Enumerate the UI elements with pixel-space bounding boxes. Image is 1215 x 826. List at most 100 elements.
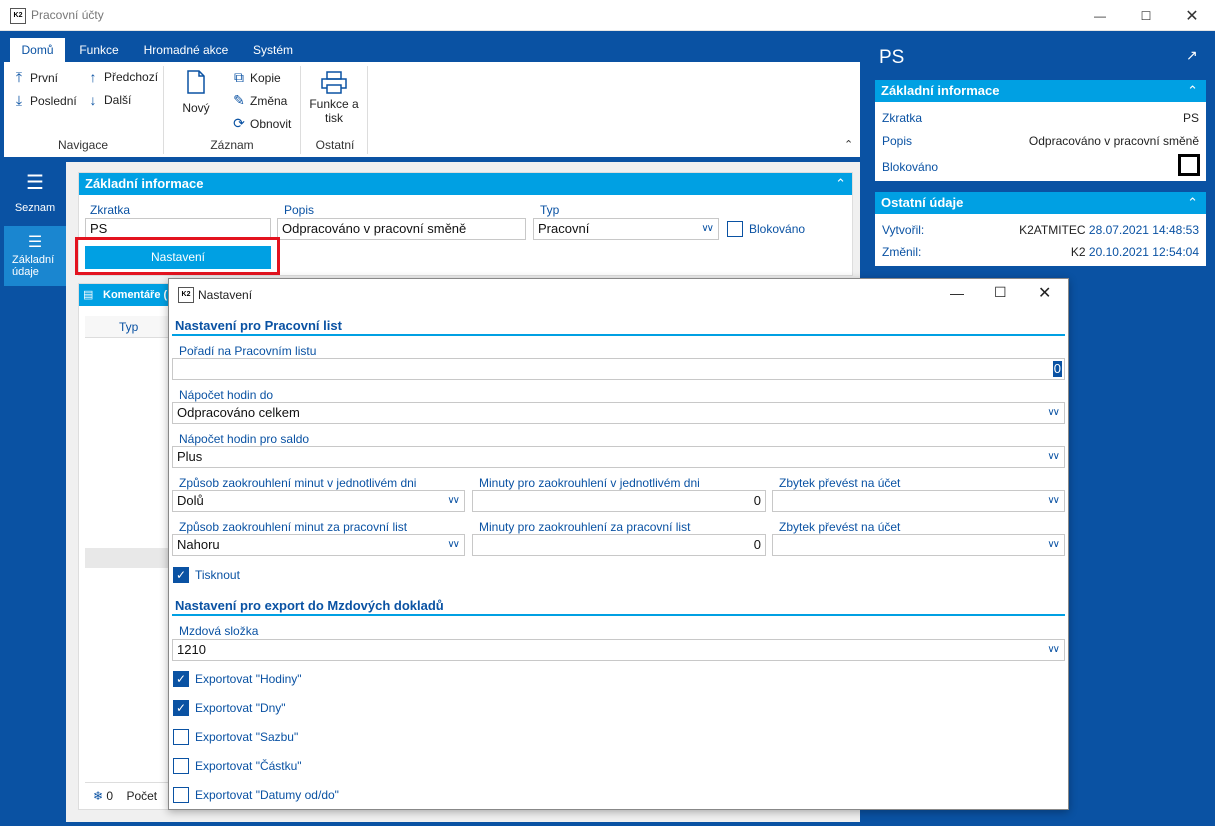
right-basic-body: Zkratka PS Popis Odpracováno v pracovní … — [875, 102, 1206, 181]
group-separator — [367, 66, 368, 154]
export-dny-checkbox[interactable]: ✓ — [173, 700, 189, 716]
nav-zakladni-udaje[interactable]: ☰ Základní údaje — [4, 226, 66, 286]
comments-count: 0 — [106, 789, 114, 803]
copy-button[interactable]: ⧉ Kopie — [232, 69, 281, 86]
close-button[interactable]: ✕ — [1169, 0, 1215, 31]
minuty-list-label: Minuty pro zaokrouhlení za pracovní list — [479, 520, 691, 534]
mzdova-slozka-label: Mzdová složka — [179, 624, 259, 638]
tab-system[interactable]: Systém — [248, 38, 298, 62]
minuty-den-label: Minuty pro zaokrouhlení v jednotlivém dn… — [479, 476, 700, 490]
popis-input[interactable]: Odpracováno v pracovní směně — [277, 218, 526, 240]
collapse-icon[interactable]: ⌃ — [1187, 80, 1198, 102]
right-zkratka-label: Zkratka — [882, 111, 923, 125]
dialog-minimize-button[interactable]: — — [950, 285, 964, 301]
zpusob-den-value: Dolů — [177, 493, 204, 508]
list-icon: ☰ — [27, 234, 43, 251]
first-button[interactable]: ⤒ První — [12, 69, 58, 86]
tab-hromadne-akce[interactable]: Hromadné akce — [138, 38, 234, 62]
k2-logo: K2 — [178, 287, 194, 303]
group-label-ostatni: Ostatní — [315, 138, 355, 152]
arrow-up-icon: ↑ — [89, 69, 97, 85]
export-castku-checkbox[interactable] — [173, 758, 189, 774]
typ-value: Pracovní — [538, 221, 590, 236]
typ-select[interactable]: Pracovní ∨∨ — [533, 218, 719, 240]
last-button[interactable]: ⤓ Poslední — [12, 92, 77, 109]
changed-user: K2 — [1070, 245, 1086, 259]
nav-seznam[interactable]: ☰ Seznam — [4, 172, 66, 214]
refresh-button[interactable]: ⟳ Obnovit — [232, 115, 291, 132]
zpusob-list-select[interactable]: Nahoru ∨∨ — [172, 534, 465, 556]
zbytek-den-select[interactable]: ∨∨ — [772, 490, 1065, 512]
group-separator — [300, 66, 301, 154]
export-datumy-checkbox[interactable] — [173, 787, 189, 803]
nav-zakladni-label: Základní údaje — [12, 254, 55, 278]
dialog-section-export: Nastavení pro export do Mzdových dokladů — [175, 598, 444, 613]
popis-label: Popis — [284, 203, 315, 217]
collapse-ribbon-icon[interactable]: ⌃ — [844, 138, 853, 151]
zpusob-den-label: Způsob zaokrouhlení minut v jednotlivém … — [179, 476, 417, 490]
blokovano-checkbox[interactable] — [727, 221, 743, 237]
print-button[interactable]: Funkce a tisk — [306, 70, 362, 125]
copy-label: Kopie — [250, 70, 281, 85]
maximize-button[interactable]: ☐ — [1123, 0, 1169, 31]
last-label: Poslední — [30, 93, 77, 108]
zpusob-den-select[interactable]: Dolů ∨∨ — [172, 490, 465, 512]
print-label: Funkce a tisk — [309, 97, 359, 125]
chevron-down-icon: ∨∨ — [1047, 495, 1060, 506]
right-blokovano-checkbox — [1178, 154, 1200, 176]
comment-icon: ▤ — [83, 289, 94, 301]
napocet-value: Odpracováno celkem — [177, 405, 300, 420]
comments-count-label: Počet — [126, 789, 158, 803]
menu-icon: ☰ — [26, 172, 44, 194]
zpusob-list-label: Způsob zaokrouhlení minut za pracovní li… — [179, 520, 408, 534]
tab-funkce[interactable]: Funkce — [70, 38, 128, 62]
next-label: Další — [104, 93, 132, 107]
group-separator — [163, 66, 164, 154]
blokovano-label: Blokováno — [749, 222, 806, 236]
minuty-list-input[interactable]: 0 — [472, 534, 766, 556]
group-label-zaznam: Záznam — [210, 138, 254, 152]
export-dny-label: Exportovat "Dny" — [195, 701, 286, 715]
window-title: Pracovní účty — [31, 8, 104, 22]
collapse-icon[interactable]: ⌃ — [1187, 192, 1198, 214]
right-other-title: Ostatní údaje — [881, 195, 964, 210]
tisknout-checkbox[interactable]: ✓ — [173, 567, 189, 583]
poradi-input[interactable]: 0 — [172, 358, 1065, 380]
chevron-down-icon: ∨∨ — [447, 495, 460, 506]
right-panel-title: PS — [879, 47, 905, 68]
chevron-down-icon: ∨∨ — [1047, 407, 1060, 418]
export-hodiny-checkbox[interactable]: ✓ — [173, 671, 189, 687]
new-document-icon — [187, 70, 205, 94]
comments-panel: ▤ Komentáře ( Typ ❄ 0 Počet — [78, 283, 171, 810]
previous-button[interactable]: ↑ Předchozí — [86, 69, 159, 85]
left-navigation: ☰ Seznam ☰ Základní údaje — [4, 162, 66, 822]
saldo-label: Nápočet hodin pro saldo — [179, 432, 310, 446]
collapse-icon[interactable]: ⌃ — [835, 173, 846, 195]
change-button[interactable]: ✎ Změna — [232, 92, 287, 109]
comments-col-typ[interactable]: Typ — [85, 316, 171, 338]
napocet-select[interactable]: Odpracováno celkem ∨∨ — [172, 402, 1065, 424]
right-other-header: Ostatní údaje ⌃ — [875, 192, 1206, 214]
popout-icon[interactable]: ↗ — [1186, 47, 1198, 64]
minimize-button[interactable]: — — [1077, 0, 1123, 31]
saldo-select[interactable]: Plus ∨∨ — [172, 446, 1065, 468]
comments-scroll-area — [85, 548, 171, 568]
comments-header: ▤ Komentáře ( — [79, 284, 171, 306]
ribbon-tabbar: Domů Funkce Hromadné akce Systém — [4, 35, 860, 62]
export-sazbu-checkbox[interactable] — [173, 729, 189, 745]
settings-button[interactable]: Nastavení — [85, 246, 271, 269]
mzdova-slozka-select[interactable]: 1210 ∨∨ — [172, 639, 1065, 661]
zbytek-den-label: Zbytek převést na účet — [779, 476, 901, 490]
dialog-maximize-button[interactable]: ☐ — [994, 284, 1007, 301]
created-date: 28.07.2021 14:48:53 — [1088, 223, 1199, 237]
right-other-body: Vytvořil: K2ATMITEC 28.07.2021 14:48:53 … — [875, 214, 1206, 266]
zbytek-list-select[interactable]: ∨∨ — [772, 534, 1065, 556]
new-button[interactable]: Nový — [176, 70, 216, 115]
refresh-label: Obnovit — [250, 116, 292, 131]
right-zkratka-value: PS — [1182, 111, 1199, 125]
tab-domu[interactable]: Domů — [10, 38, 65, 62]
minuty-den-input[interactable]: 0 — [472, 490, 766, 512]
next-button[interactable]: ↓ Další — [86, 92, 132, 108]
tisknout-label: Tisknout — [195, 568, 240, 582]
dialog-close-button[interactable]: ✕ — [1038, 283, 1051, 303]
